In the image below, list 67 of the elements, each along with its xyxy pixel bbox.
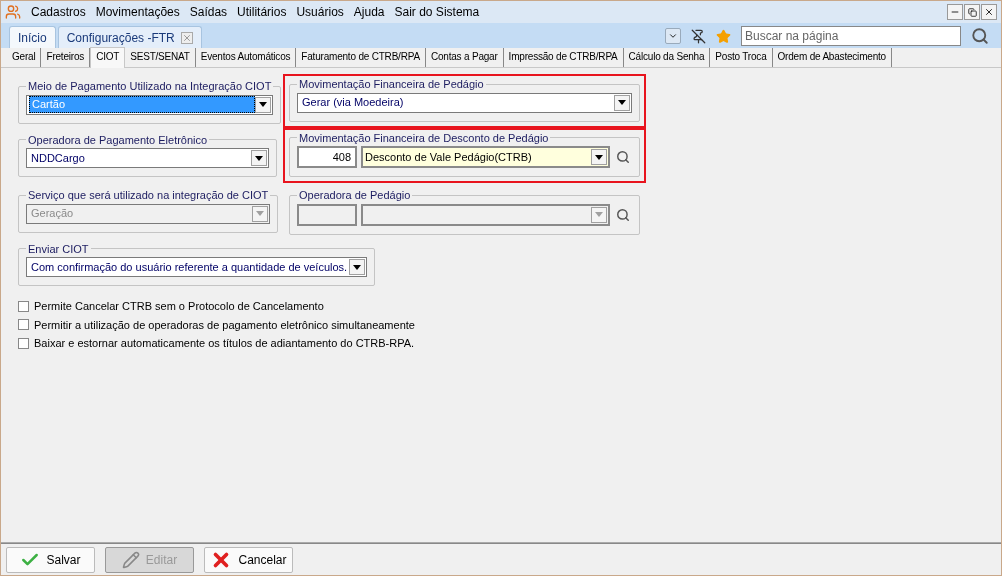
caret-icon xyxy=(259,102,268,107)
search-field[interactable]: Buscar na página xyxy=(741,26,961,46)
caret-icon xyxy=(256,211,265,216)
sub-tab[interactable]: Geral xyxy=(7,48,42,67)
menu-item[interactable]: Usuários xyxy=(296,3,344,21)
dropdown[interactable] xyxy=(361,203,610,226)
sub-tab[interactable]: Impressão de CTRB/RPA xyxy=(503,48,624,67)
caret-icon xyxy=(595,212,603,217)
chevron-down-icon xyxy=(668,31,678,41)
close-icon xyxy=(984,7,994,17)
caret-icon xyxy=(618,100,626,105)
checkbox[interactable] xyxy=(18,337,29,349)
group-title: Movimentação Financeira de Desconto de Pedágio xyxy=(298,130,550,146)
dropdown-arrow-button[interactable] xyxy=(255,96,272,113)
checkbox-label: Permite Cancelar CTRB sem o Protocolo de Cancelamento xyxy=(34,299,324,314)
caret-icon xyxy=(255,155,263,161)
group-title: Enviar CIOT xyxy=(27,241,90,257)
dropdown-arrow-button[interactable] xyxy=(614,94,630,111)
dropdown-arrow-button[interactable] xyxy=(349,259,366,275)
restore-icon xyxy=(967,7,977,17)
menu-item[interactable]: Movimentações xyxy=(95,3,180,21)
sub-tab[interactable]: SEST/SENAT xyxy=(125,48,196,67)
group-title: Meio de Pagamento Utilizado na Integração CIOT xyxy=(27,79,273,94)
menu-item[interactable]: Utilitários xyxy=(237,3,287,21)
cancel-button[interactable]: Cancelar xyxy=(204,546,293,573)
sub-tab[interactable]: Ordem de Abastecimento xyxy=(772,48,892,67)
dropdown-arrow-button[interactable] xyxy=(251,150,267,166)
group-title: Operadora de Pedágio xyxy=(298,188,412,203)
sub-tab[interactable]: Eventos Automáticos xyxy=(195,48,297,67)
dropdown[interactable]: NDDCargo xyxy=(26,148,269,168)
save-button[interactable]: Salvar xyxy=(6,546,95,573)
menu-item[interactable]: Ajuda xyxy=(353,3,385,21)
star-icon[interactable] xyxy=(716,28,731,44)
dropdown[interactable]: Com confirmação do usuário referente a quantidade de veículos. xyxy=(26,257,368,277)
close-button[interactable] xyxy=(981,4,997,20)
menu-item[interactable]: Sair do Sistema xyxy=(394,3,480,21)
menu-item[interactable]: Saídas xyxy=(189,3,228,21)
caret-icon xyxy=(353,264,362,270)
page-tab[interactable]: Configurações -FTR xyxy=(57,26,202,48)
dropdown[interactable]: Desconto de Vale Pedágio(CTRB) xyxy=(361,146,610,168)
checkbox[interactable] xyxy=(18,300,29,312)
search-icon xyxy=(616,150,630,164)
dropdown[interactable]: Gerar (via Moedeira) xyxy=(297,92,632,113)
menu-item[interactable]: Cadastros xyxy=(31,3,86,21)
search-button[interactable] xyxy=(614,148,632,166)
group-title: Movimentação Financeira de Pedágio xyxy=(298,77,485,92)
sub-tab[interactable]: Cálculo da Senha xyxy=(623,48,711,67)
code-field[interactable]: 408 xyxy=(297,146,357,168)
checkbox[interactable] xyxy=(18,319,29,331)
sub-tab[interactable]: Contas a Pagar xyxy=(425,48,504,67)
pin-off-icon[interactable] xyxy=(691,28,706,44)
group-title: Serviço que será utilizado na integração de CIOT xyxy=(27,188,270,203)
group-title: Operadora de Pagamento Eletrônico xyxy=(27,132,209,148)
page-tab[interactable]: Início xyxy=(9,26,56,48)
search-icon xyxy=(616,207,630,222)
caret-icon xyxy=(595,154,603,160)
search-icon[interactable] xyxy=(971,27,989,45)
minimize-button[interactable] xyxy=(947,4,963,20)
checkbox-label: Permitir a utilização de operadoras de pagamento eletrônico simultaneamente xyxy=(34,317,415,333)
sub-tab[interactable]: Faturamento de CTRB/RPA xyxy=(296,48,426,67)
checkbox-label: Baixar e estornar automaticamente os títulos de adiantamento do CTRB-RPA. xyxy=(34,336,415,351)
sub-tab[interactable]: CIOT xyxy=(90,47,126,68)
restore-button[interactable] xyxy=(964,4,980,20)
people-icon xyxy=(5,4,21,20)
sub-tab[interactable]: Posto Troca xyxy=(710,48,773,67)
pencil-icon xyxy=(121,550,140,569)
dropdown-arrow-button[interactable] xyxy=(591,149,607,165)
